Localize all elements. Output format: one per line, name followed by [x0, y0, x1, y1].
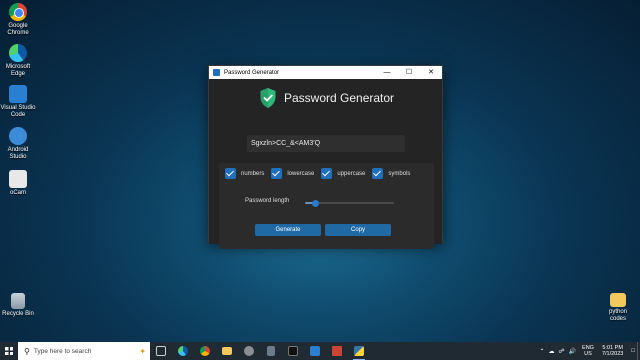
checkbox-uppercase[interactable]: uppercase	[321, 168, 365, 179]
keyboard-region: US	[584, 351, 592, 357]
chevron-up-icon[interactable]: ⌃	[539, 348, 544, 355]
chrome-icon	[9, 3, 27, 21]
checkbox-label: uppercase	[337, 170, 366, 177]
taskbar-chrome[interactable]	[194, 342, 216, 360]
desktop-icon-android-studio[interactable]: Android Studio	[0, 127, 36, 161]
camera-icon	[244, 346, 254, 356]
close-button[interactable]: ✕	[420, 66, 442, 79]
checkbox-label: numbers	[241, 170, 265, 177]
taskbar-terminal[interactable]	[282, 342, 304, 360]
checkbox-label: lowercase	[287, 170, 315, 177]
desktop-icon-label: oCam	[9, 190, 26, 196]
taskbar-search-box[interactable]: ⚲ Type here to search ✦	[18, 342, 150, 360]
start-button[interactable]	[0, 342, 18, 360]
taskbar-file-manager[interactable]	[326, 342, 348, 360]
taskbar: ⚲ Type here to search ✦ ⌃ ☁ ☍ 🔊 ENG US 5…	[0, 342, 640, 360]
copy-button[interactable]: Copy	[325, 224, 391, 236]
clock-date: 7/1/2023	[601, 351, 624, 357]
shield-check-icon	[260, 88, 276, 108]
app-heading: Password Generator	[284, 91, 395, 105]
task-view-icon	[156, 346, 166, 356]
password-length-slider[interactable]	[305, 199, 394, 207]
desktop-icon-python-codes[interactable]: python codes	[600, 293, 636, 323]
app-header: Password Generator	[259, 87, 394, 109]
vscode-icon	[9, 85, 27, 103]
chrome-icon	[200, 346, 210, 356]
edge-icon	[9, 44, 27, 62]
desktop-icon-label: Google Chrome	[7, 23, 29, 36]
edge-icon	[178, 346, 188, 356]
search-placeholder: Type here to search	[33, 347, 92, 355]
file-manager-icon	[332, 346, 342, 356]
desktop-icon-label: python codes	[608, 309, 627, 322]
android-studio-icon	[9, 127, 27, 145]
search-icon: ⚲	[24, 346, 30, 356]
slider-thumb[interactable]	[312, 199, 320, 207]
password-output-field[interactable]: Sgxzln>CC_&<AM3'Q	[247, 135, 405, 152]
system-tray: ⌃ ☁ ☍ 🔊 ENG US 5:01 PM 7/1/2023 □	[537, 342, 640, 360]
taskbar-vscode[interactable]	[304, 342, 326, 360]
python-icon	[354, 346, 364, 356]
checkbox-checked-icon[interactable]	[225, 168, 236, 179]
taskbar-task-view[interactable]	[150, 342, 172, 360]
desktop-icon-vscode[interactable]: Visual Studio Code	[0, 85, 36, 119]
checkbox-checked-icon[interactable]	[372, 168, 384, 179]
network-icon[interactable]: ☍	[558, 348, 564, 355]
checkbox-checked-icon[interactable]	[271, 168, 283, 179]
window-title: Password Generator	[224, 69, 280, 76]
taskbar-camera[interactable]	[238, 342, 260, 360]
desktop-icon-label: Android Studio	[7, 147, 29, 160]
desktop-icon-ocam[interactable]: oCam	[0, 170, 36, 197]
password-length-label: Password length	[245, 198, 290, 204]
terminal-icon	[288, 346, 298, 356]
generate-button[interactable]: Generate	[255, 224, 321, 236]
taskbar-calculator[interactable]	[260, 342, 282, 360]
window-content: Password Generator Sgxzln>CC_&<AM3'Q num…	[209, 79, 442, 249]
minimize-button[interactable]: —	[376, 66, 398, 79]
recycle-bin-icon	[11, 293, 25, 309]
vscode-icon	[310, 346, 320, 356]
volume-icon[interactable]: 🔊	[569, 348, 576, 355]
desktop-icon-label: Recycle Bin	[2, 311, 34, 317]
window-titlebar[interactable]: Password Generator — ☐ ✕	[209, 66, 442, 79]
checkbox-label: symbols	[388, 170, 411, 177]
desktop-icon-chrome[interactable]: Google Chrome	[0, 3, 36, 37]
folder-icon	[222, 347, 232, 355]
notification-icon[interactable]: □	[631, 348, 635, 354]
desktop-icon-label: Visual Studio Code	[0, 105, 36, 118]
checkbox-checked-icon[interactable]	[321, 168, 333, 179]
options-checkbox-row: numbers lowercase uppercase symbols	[225, 168, 417, 179]
taskbar-python-app[interactable]	[348, 342, 370, 360]
checkbox-numbers[interactable]: numbers	[225, 168, 264, 179]
desktop-icon-recycle-bin[interactable]: Recycle Bin	[0, 293, 36, 318]
desktop-icon-edge[interactable]: Microsoft Edge	[0, 44, 36, 78]
app-icon	[213, 69, 220, 76]
taskbar-file-explorer[interactable]	[216, 342, 238, 360]
taskbar-edge[interactable]	[172, 342, 194, 360]
calculator-icon	[267, 346, 275, 356]
language-indicator[interactable]: ENG US	[582, 345, 594, 357]
search-highlight-icon: ✦	[139, 346, 146, 356]
clock[interactable]: 5:01 PM 7/1/2023	[602, 345, 623, 357]
checkbox-symbols[interactable]: symbols	[372, 168, 410, 179]
desktop-icon-label: Microsoft Edge	[5, 64, 31, 77]
maximize-button[interactable]: ☐	[398, 66, 420, 79]
password-generator-window: Password Generator — ☐ ✕ Password Genera…	[208, 65, 443, 249]
ocam-icon	[9, 170, 27, 188]
onedrive-icon[interactable]: ☁	[548, 348, 554, 355]
checkbox-lowercase[interactable]: lowercase	[271, 168, 314, 179]
folder-icon	[610, 293, 626, 307]
windows-logo-icon	[5, 347, 13, 355]
